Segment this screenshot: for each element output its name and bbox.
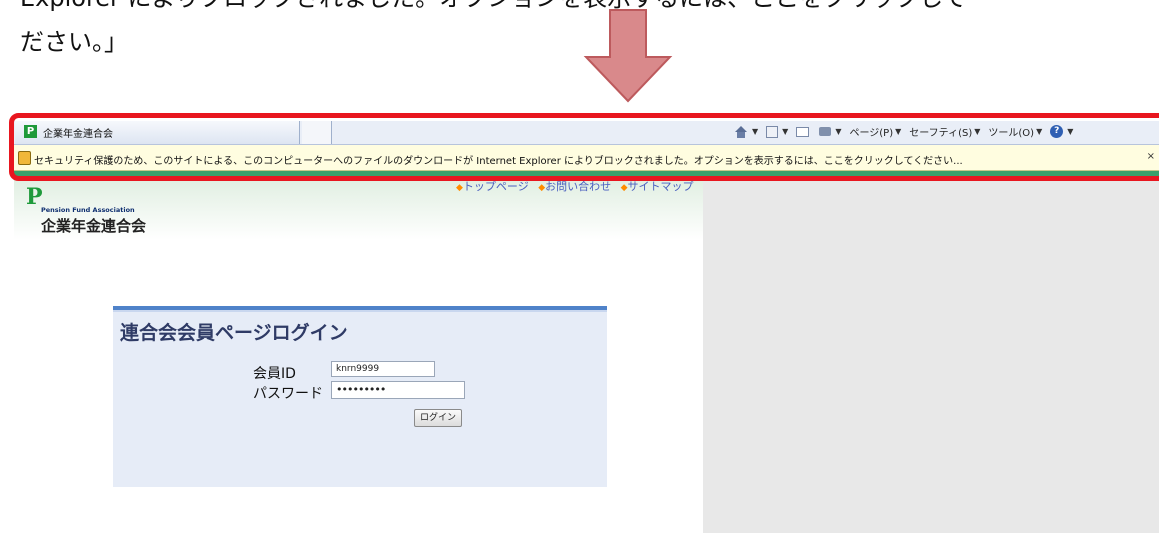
nav-item-top[interactable]: ◆トップページ (456, 180, 529, 193)
highlight-frame (9, 113, 1159, 181)
nav-item-contact[interactable]: ◆お問い合わせ (538, 180, 611, 193)
instruction-text: Explorer によりブロックされました。オプションを表示するには、ここをクリ… (20, 0, 966, 64)
login-panel: 連合会会員ページログイン 会員ID knrn9999 パスワード •••••••… (113, 306, 607, 487)
instruction-line-2: ださい。」 (20, 28, 128, 56)
login-panel-topbar (113, 306, 607, 312)
nav-item-top-label: トップページ (462, 180, 529, 193)
nav-item-sitemap[interactable]: ◆サイトマップ (621, 180, 694, 193)
member-id-input[interactable]: knrn9999 (331, 361, 435, 377)
login-button[interactable]: ログイン (414, 409, 462, 427)
diamond-icon: ◆ (620, 183, 628, 193)
login-title: 連合会会員ページログイン (120, 322, 348, 344)
site-logo-english: Pension Fund Association (41, 206, 135, 214)
diamond-icon: ◆ (456, 183, 463, 193)
down-arrow-icon (583, 9, 673, 103)
nav-item-sitemap-label: サイトマップ (627, 180, 694, 193)
member-id-label: 会員ID (253, 366, 296, 382)
password-input[interactable]: ••••••••• (331, 381, 465, 399)
site-logo-japanese: 企業年金連合会 (41, 217, 147, 235)
nav-item-contact-label: お問い合わせ (545, 180, 612, 193)
side-panel (703, 176, 1159, 533)
password-label: パスワード (253, 386, 323, 402)
instruction-line-1: Explorer によりブロックされました。オプションを表示するには、ここをクリ… (20, 0, 966, 20)
